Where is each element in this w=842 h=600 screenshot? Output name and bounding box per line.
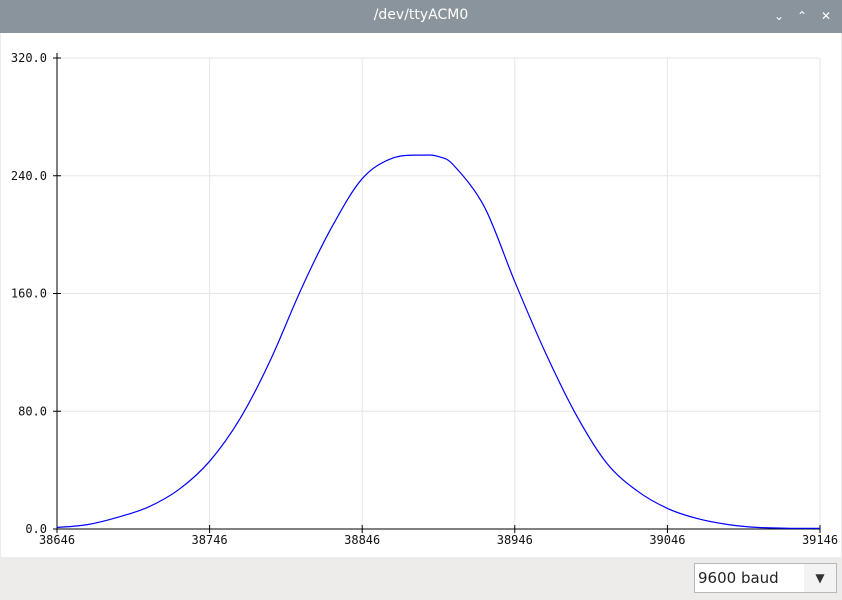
baud-rate-value: 9600 baud: [698, 569, 779, 587]
x-tick-label: 38846: [344, 533, 380, 547]
close-icon[interactable]: ✕: [818, 8, 834, 24]
window-title: /dev/ttyACM0: [373, 7, 469, 23]
chart-svg: 0.080.0160.0240.0320.038646 38746 38846 389…: [11, 51, 838, 547]
y-tick-label: 240.0: [11, 169, 47, 183]
x-tick-label: 38946: [497, 533, 533, 547]
y-tick-label: 160.0: [11, 287, 47, 301]
y-tick-label: 80.0: [18, 404, 47, 418]
serial-plotter-chart: 0.0 80.0 160.0 240.0 320.0 38646 38746 38846 389…: [1, 33, 841, 557]
series-line-0: [56, 154, 820, 529]
series-layer: [56, 154, 820, 529]
tick-labels: 0.080.0160.0240.0320.038646 38746 38846 389…: [11, 51, 838, 547]
chevron-up-icon[interactable]: ⌃: [794, 8, 810, 24]
x-tick-label: 38746: [192, 533, 228, 547]
x-tick-label: 39146: [802, 533, 838, 547]
x-tick-label: 38646: [39, 533, 75, 547]
grid-lines: [56, 57, 821, 530]
y-tick-label: 320.0: [11, 51, 47, 65]
chevron-down-icon[interactable]: ⌄: [771, 8, 787, 24]
triangle-down-icon[interactable]: ▼: [804, 564, 836, 592]
title-bar: /dev/ttyACM0 ⌄ ⌃ ✕: [0, 0, 842, 33]
baud-rate-select[interactable]: 9600 baud ▼: [694, 563, 837, 593]
x-tick-label: 39046: [649, 533, 685, 547]
